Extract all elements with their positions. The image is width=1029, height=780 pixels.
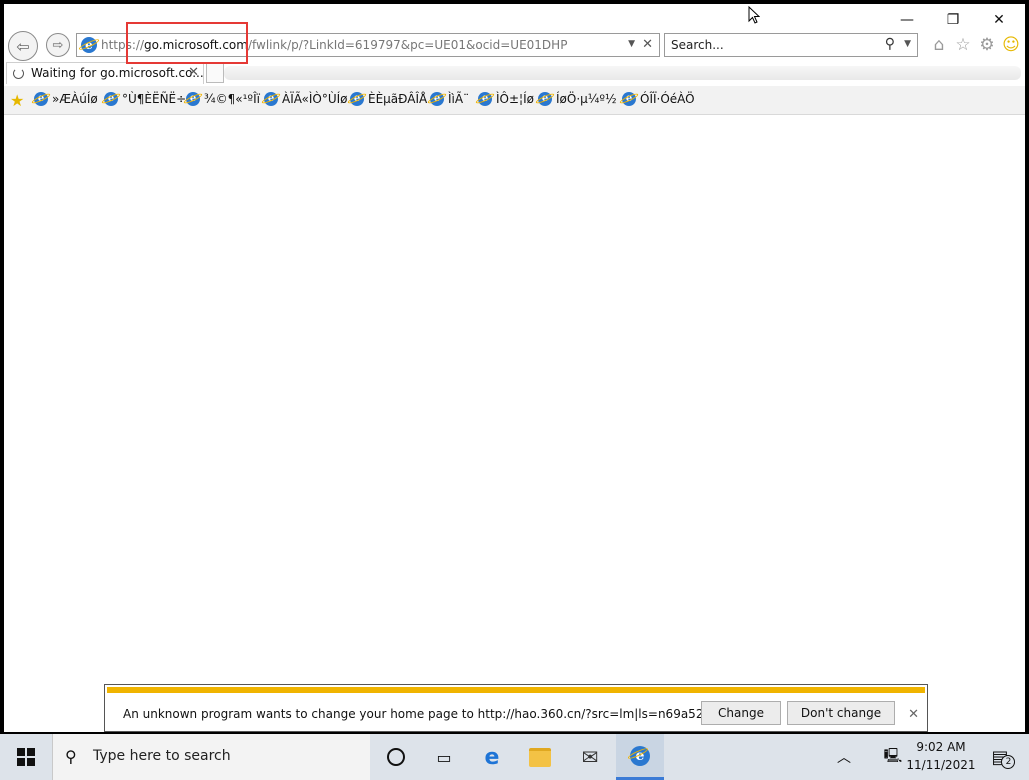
tab-strip bbox=[224, 66, 1021, 80]
ie-favicon-icon: e bbox=[478, 92, 492, 106]
cortana-button[interactable] bbox=[372, 734, 420, 780]
search-icon[interactable]: ⚲ bbox=[885, 36, 895, 52]
minimize-button[interactable]: — bbox=[884, 6, 930, 34]
search-dropdown-icon[interactable]: ▼ bbox=[904, 39, 911, 49]
taskbar-search-placeholder: Type here to search bbox=[93, 748, 231, 764]
ie-favicon-icon: e bbox=[104, 92, 118, 106]
edge-taskbar-button[interactable]: e bbox=[468, 734, 516, 780]
tab-close-icon[interactable]: ✕ bbox=[188, 65, 199, 80]
restore-button[interactable]: ❐ bbox=[930, 6, 976, 34]
tab-active[interactable]: Waiting for go.microsoft.co... ✕ bbox=[6, 62, 204, 84]
favorite-link[interactable]: e ÍøÖ·µ¼º½ bbox=[538, 92, 617, 106]
favorite-link[interactable]: e ¾©¶«¹ºÎï bbox=[186, 92, 260, 106]
clock[interactable]: 9:02 AM 11/11/2021 bbox=[906, 738, 976, 774]
mouse-pointer-icon bbox=[748, 5, 761, 27]
network-icon: 🖳 bbox=[883, 748, 903, 764]
taskbar: ⚲ Type here to search ▭ e ✉ e ︿ 🖳 9:02 A… bbox=[0, 734, 1029, 780]
network-button[interactable]: 🖳 bbox=[878, 734, 908, 780]
favorites-bar: ★ e »ÆÀúÍø e °Ù¶ÈËÑË÷ e ¾©¶«¹ºÎï e ÀÏÃ«ÌÒ°ÙÍ… bbox=[4, 86, 1025, 115]
chevron-up-icon: ︿ bbox=[837, 750, 851, 766]
internet-explorer-icon: e bbox=[630, 745, 650, 766]
tab-title: Waiting for go.microsoft.co... bbox=[31, 66, 204, 80]
search-placeholder: Search... bbox=[671, 38, 724, 52]
mail-button[interactable]: ✉ bbox=[566, 734, 614, 780]
ie-favicon-icon: e bbox=[186, 92, 200, 106]
favorite-link[interactable]: e ÌÔ±¦Íø bbox=[478, 92, 534, 106]
favorites-add-star-icon[interactable]: ★ bbox=[10, 91, 24, 110]
page-content bbox=[4, 116, 1025, 682]
action-center-button[interactable]: ▤ 2 bbox=[980, 734, 1020, 780]
ie-favicon-icon: e bbox=[430, 92, 444, 106]
loading-spinner-icon bbox=[13, 68, 24, 79]
task-view-icon: ▭ bbox=[436, 747, 452, 767]
favorite-link[interactable]: e ÌìÃ¨ bbox=[430, 92, 469, 106]
cortana-circle-icon bbox=[387, 748, 405, 766]
ie-favicon-icon: e bbox=[350, 92, 364, 106]
close-window-button[interactable]: ✕ bbox=[976, 6, 1022, 34]
taskbar-search-box[interactable]: ⚲ Type here to search bbox=[52, 734, 370, 780]
ie-favicon-icon: e bbox=[34, 92, 48, 106]
forward-button[interactable]: ⇨ bbox=[46, 33, 70, 57]
start-button[interactable] bbox=[0, 734, 52, 780]
back-arrow-icon: ⇦ bbox=[16, 36, 30, 56]
dont-change-button[interactable]: Don't change bbox=[787, 701, 895, 725]
gear-icon[interactable]: ⚙ bbox=[976, 34, 998, 56]
clock-time: 9:02 AM bbox=[916, 740, 966, 754]
task-view-button[interactable]: ▭ bbox=[420, 734, 468, 780]
file-explorer-button[interactable] bbox=[516, 734, 564, 780]
notification-close-icon[interactable]: ✕ bbox=[908, 707, 919, 722]
ie-favicon-icon: e bbox=[264, 92, 278, 106]
ie-favicon-icon: e bbox=[622, 92, 636, 106]
home-icon[interactable]: ⌂ bbox=[928, 34, 950, 56]
notification-message: An unknown program wants to change your … bbox=[123, 707, 746, 721]
favorite-link[interactable]: e ÀÏÃ«ÌÒ°ÙÍø bbox=[264, 92, 348, 106]
edge-icon: e bbox=[484, 744, 500, 770]
clock-date: 11/11/2021 bbox=[906, 758, 976, 772]
ie-favicon-icon: e bbox=[538, 92, 552, 106]
stop-icon[interactable]: ✕ bbox=[642, 37, 653, 52]
folder-icon bbox=[529, 747, 551, 767]
address-dropdown-icon[interactable]: ▼ bbox=[628, 39, 635, 49]
url-path: /fwlink/p/?LinkId=619797&pc=UE01&ocid=UE… bbox=[247, 38, 568, 52]
notification-accent-bar bbox=[107, 687, 925, 693]
windows-logo-icon bbox=[17, 748, 35, 766]
favorite-link[interactable]: e »ÆÀúÍø bbox=[34, 92, 98, 106]
change-button[interactable]: Change bbox=[701, 701, 781, 725]
browser-window: — ❐ ✕ ⇦ ⇨ e https://go.microsoft.com/fwl… bbox=[4, 4, 1025, 732]
favorite-link[interactable]: e ÈÈµãÐÂÎÅ bbox=[350, 92, 427, 106]
ie-page-icon: e bbox=[81, 37, 97, 53]
notification-count-badge: 2 bbox=[1001, 754, 1016, 769]
home-page-notification: An unknown program wants to change your … bbox=[104, 684, 928, 732]
notification-icon: ▤ 2 bbox=[991, 747, 1016, 769]
mail-icon: ✉ bbox=[581, 745, 599, 769]
search-box[interactable]: Search... ⚲ ▼ bbox=[664, 33, 918, 57]
taskbar-search-icon: ⚲ bbox=[65, 747, 77, 766]
smiley-feedback-icon[interactable]: ☺ bbox=[1000, 34, 1022, 56]
back-button[interactable]: ⇦ bbox=[8, 31, 38, 61]
show-hidden-icons-button[interactable]: ︿ bbox=[826, 734, 862, 780]
url-highlight-box bbox=[126, 22, 248, 64]
ie-taskbar-button[interactable]: e bbox=[616, 734, 664, 780]
favorites-star-icon[interactable]: ☆ bbox=[952, 34, 974, 56]
favorite-link[interactable]: e ÓÎÏ·ÓéÀÖ bbox=[622, 92, 695, 106]
favorite-link[interactable]: e °Ù¶ÈËÑË÷ bbox=[104, 92, 186, 106]
new-tab-button[interactable] bbox=[206, 63, 224, 83]
forward-arrow-icon: ⇨ bbox=[52, 37, 64, 53]
